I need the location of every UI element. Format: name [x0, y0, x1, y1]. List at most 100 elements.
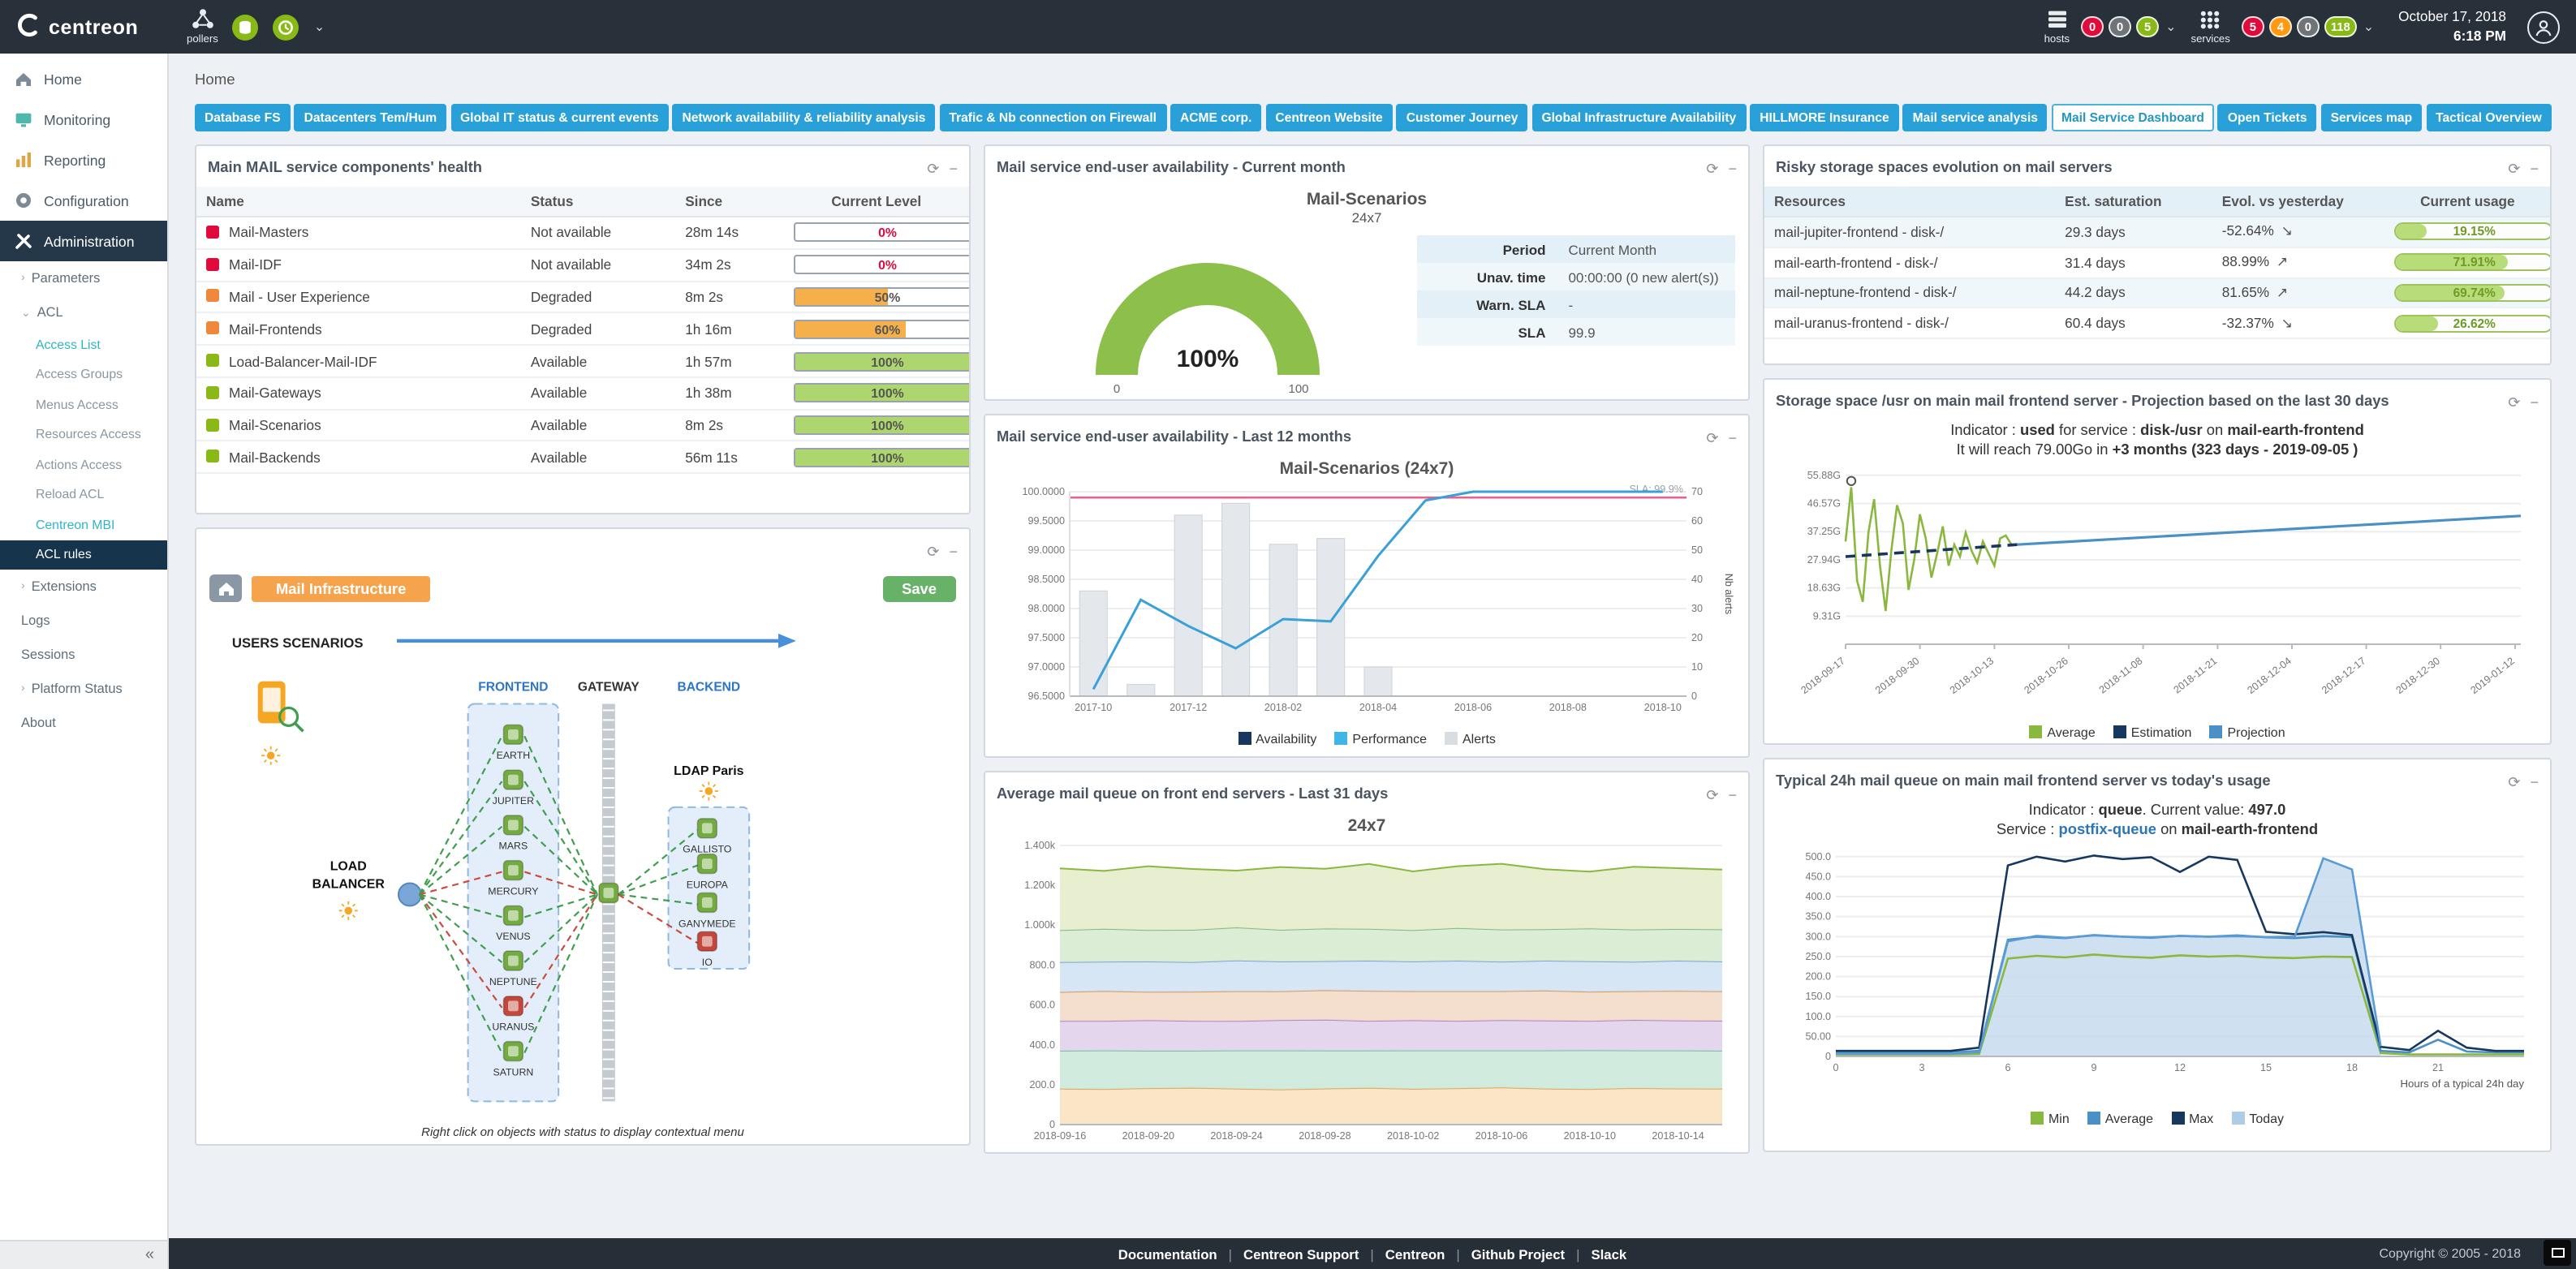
save-button[interactable]: Save	[882, 575, 956, 601]
svg-text:55.88G: 55.88G	[1807, 470, 1841, 481]
sidebar-item-menus-access[interactable]: Menus Access	[0, 389, 167, 419]
sidebar-item-platform-status[interactable]: ›Platform Status	[0, 672, 167, 706]
services-count-badge[interactable]: 5	[2242, 16, 2264, 37]
sidebar-item-about[interactable]: About	[0, 706, 167, 740]
collapse-icon[interactable]: −	[2530, 774, 2539, 790]
footer-link[interactable]: Slack	[1591, 1245, 1626, 1262]
svg-text:2018-09-17: 2018-09-17	[1798, 656, 1846, 697]
sidebar-item-acl[interactable]: ⌄ACL	[0, 295, 167, 329]
table-row: mail-uranus-frontend - disk-/60.4 days-3…	[1764, 308, 2550, 339]
sidebar-item-reload-acl[interactable]: Reload ACL	[0, 480, 167, 510]
map-title-tag[interactable]: Mail Infrastructure	[252, 575, 430, 601]
dashboard-tab-database-fs[interactable]: Database FS	[195, 104, 291, 131]
dashboard-tab-acme-corp[interactable]: ACME corp.	[1170, 104, 1261, 131]
centreon-logo[interactable]: centreon	[16, 12, 172, 41]
refresh-icon[interactable]: ⟳	[2508, 394, 2520, 411]
sidebar-item-sessions[interactable]: Sessions	[0, 638, 167, 672]
sidebar-item-actions-access[interactable]: Actions Access	[0, 450, 167, 480]
service-name: Mail - User Experience	[229, 289, 370, 305]
indicator-line: Indicator : queue. Current value: 497.0	[1774, 800, 2540, 819]
services-dropdown-icon[interactable]: ⌄	[2363, 19, 2374, 34]
info-value: -	[1557, 290, 1735, 318]
chart-subtitle: 24x7	[985, 209, 1748, 226]
infrastructure-diagram[interactable]: USERS SCENARIOSFRONTENDGATEWAYBACKENDLOA…	[196, 607, 969, 1123]
trend-arrow-icon: ↘	[2281, 223, 2293, 239]
breadcrumb[interactable]: Home	[195, 71, 235, 88]
dashboard-tab-global-infrastructure-availability[interactable]: Global Infrastructure Availability	[1531, 104, 1746, 131]
collapse-icon[interactable]: −	[949, 544, 958, 560]
sidebar-item-configuration[interactable]: Configuration	[0, 180, 167, 221]
sidebar-item-parameters[interactable]: ›Parameters	[0, 261, 167, 295]
services-count-badge[interactable]: 0	[2297, 16, 2320, 37]
user-avatar[interactable]	[2527, 11, 2560, 43]
refresh-icon[interactable]: ⟳	[2508, 774, 2520, 790]
collapse-chevron-icon: «	[145, 1246, 154, 1264]
svg-text:21: 21	[2432, 1063, 2444, 1074]
pollers-menu[interactable]: pollers	[187, 8, 218, 45]
sidebar-admin-submenu: ›Parameters⌄ACLAccess ListAccess GroupsM…	[0, 261, 167, 740]
collapse-icon[interactable]: −	[1728, 161, 1737, 177]
sidebar-collapse-button[interactable]: «	[0, 1240, 167, 1269]
dashboard-tab-centreon-website[interactable]: Centreon Website	[1265, 104, 1392, 131]
sidebar-item-resources-access[interactable]: Resources Access	[0, 419, 167, 450]
footer-link[interactable]: Documentation	[1118, 1245, 1217, 1262]
resource-cell: mail-earth-frontend - disk-/	[1764, 247, 2055, 278]
dashboard-tab-mail-service-dashboard[interactable]: Mail Service Dashboard	[2052, 104, 2214, 131]
widget-title: Risky storage spaces evolution on mail s…	[1776, 159, 2113, 175]
brand-name: centreon	[49, 15, 138, 38]
collapse-icon[interactable]: −	[2530, 394, 2539, 411]
footer-link[interactable]: Centreon	[1385, 1245, 1445, 1262]
hosts-dropdown-icon[interactable]: ⌄	[2165, 19, 2176, 34]
refresh-icon[interactable]: ⟳	[927, 161, 939, 177]
sidebar-item-acl-rules[interactable]: ACL rules	[0, 540, 167, 570]
services-count-badge[interactable]: 118	[2324, 16, 2357, 37]
refresh-icon[interactable]: ⟳	[2508, 161, 2520, 177]
refresh-icon[interactable]: ⟳	[1706, 430, 1718, 446]
refresh-icon[interactable]: ⟳	[927, 544, 939, 560]
refresh-icon[interactable]: ⟳	[1706, 787, 1718, 803]
dashboard-tab-tactical-overview[interactable]: Tactical Overview	[2426, 104, 2552, 131]
collapse-icon[interactable]: −	[2530, 161, 2539, 177]
hosts-count-badge[interactable]: 0	[2109, 16, 2131, 37]
fullscreen-toggle[interactable]	[2544, 1240, 2571, 1266]
dashboard-tab-open-tickets[interactable]: Open Tickets	[2218, 104, 2317, 131]
sidebar-item-monitoring[interactable]: Monitoring	[0, 99, 167, 140]
dashboard-tab-trafic-nb-connection-on-firewall[interactable]: Trafic & Nb connection on Firewall	[939, 104, 1166, 131]
sidebar-item-access-list[interactable]: Access List	[0, 329, 167, 359]
refresh-icon[interactable]: ⟳	[1706, 161, 1718, 177]
dashboard-tab-datacenters-tem-hum[interactable]: Datacenters Tem/Hum	[295, 104, 447, 131]
home-icon[interactable]	[209, 574, 242, 602]
sidebar-item-reporting[interactable]: Reporting	[0, 140, 167, 180]
dashboard-tab-hillmore-insurance[interactable]: HILLMORE Insurance	[1750, 104, 1898, 131]
saturation-cell: 60.4 days	[2055, 308, 2212, 339]
services-count-badge[interactable]: 4	[2269, 16, 2292, 37]
services-menu[interactable]: services	[2191, 9, 2230, 45]
poller-dropdown-icon[interactable]: ⌄	[314, 19, 325, 34]
table-row: mail-neptune-frontend - disk-/44.2 days8…	[1764, 277, 2550, 308]
sidebar-item-home[interactable]: Home	[0, 58, 167, 99]
text-segment: mail-earth-frontend	[2227, 422, 2363, 438]
sidebar-item-administration[interactable]: Administration	[0, 221, 167, 261]
dashboard-tab-services-map[interactable]: Services map	[2321, 104, 2423, 131]
sidebar-item-extensions[interactable]: ›Extensions	[0, 570, 167, 604]
dashboard-tab-mail-service-analysis[interactable]: Mail service analysis	[1903, 104, 2048, 131]
sidebar-item-access-groups[interactable]: Access Groups	[0, 359, 167, 389]
dashboard-tab-customer-journey[interactable]: Customer Journey	[1397, 104, 1528, 131]
database-status-icon[interactable]	[233, 14, 259, 40]
sidebar-item-centreon-mbi[interactable]: Centreon MBI	[0, 510, 167, 540]
hosts-menu[interactable]: hosts	[2044, 9, 2070, 45]
since-cell: 1h 57m	[675, 345, 783, 377]
latency-status-icon[interactable]	[274, 14, 299, 40]
sidebar-item-logs[interactable]: Logs	[0, 604, 167, 638]
hosts-count-badge[interactable]: 0	[2081, 16, 2104, 37]
collapse-icon[interactable]: −	[1728, 787, 1737, 803]
hosts-count-badge[interactable]: 5	[2136, 16, 2159, 37]
collapse-icon[interactable]: −	[949, 161, 958, 177]
footer-link[interactable]: Centreon Support	[1243, 1245, 1359, 1262]
footer-link[interactable]: Github Project	[1471, 1245, 1565, 1262]
clock: October 17, 2018 6:18 PM	[2398, 9, 2506, 45]
dashboard-tab-global-it-status-current-events[interactable]: Global IT status & current events	[450, 104, 668, 131]
home-icon	[13, 68, 34, 89]
dashboard-tab-network-availability-reliability-analysis[interactable]: Network availability & reliability analy…	[673, 104, 936, 131]
collapse-icon[interactable]: −	[1728, 430, 1737, 446]
